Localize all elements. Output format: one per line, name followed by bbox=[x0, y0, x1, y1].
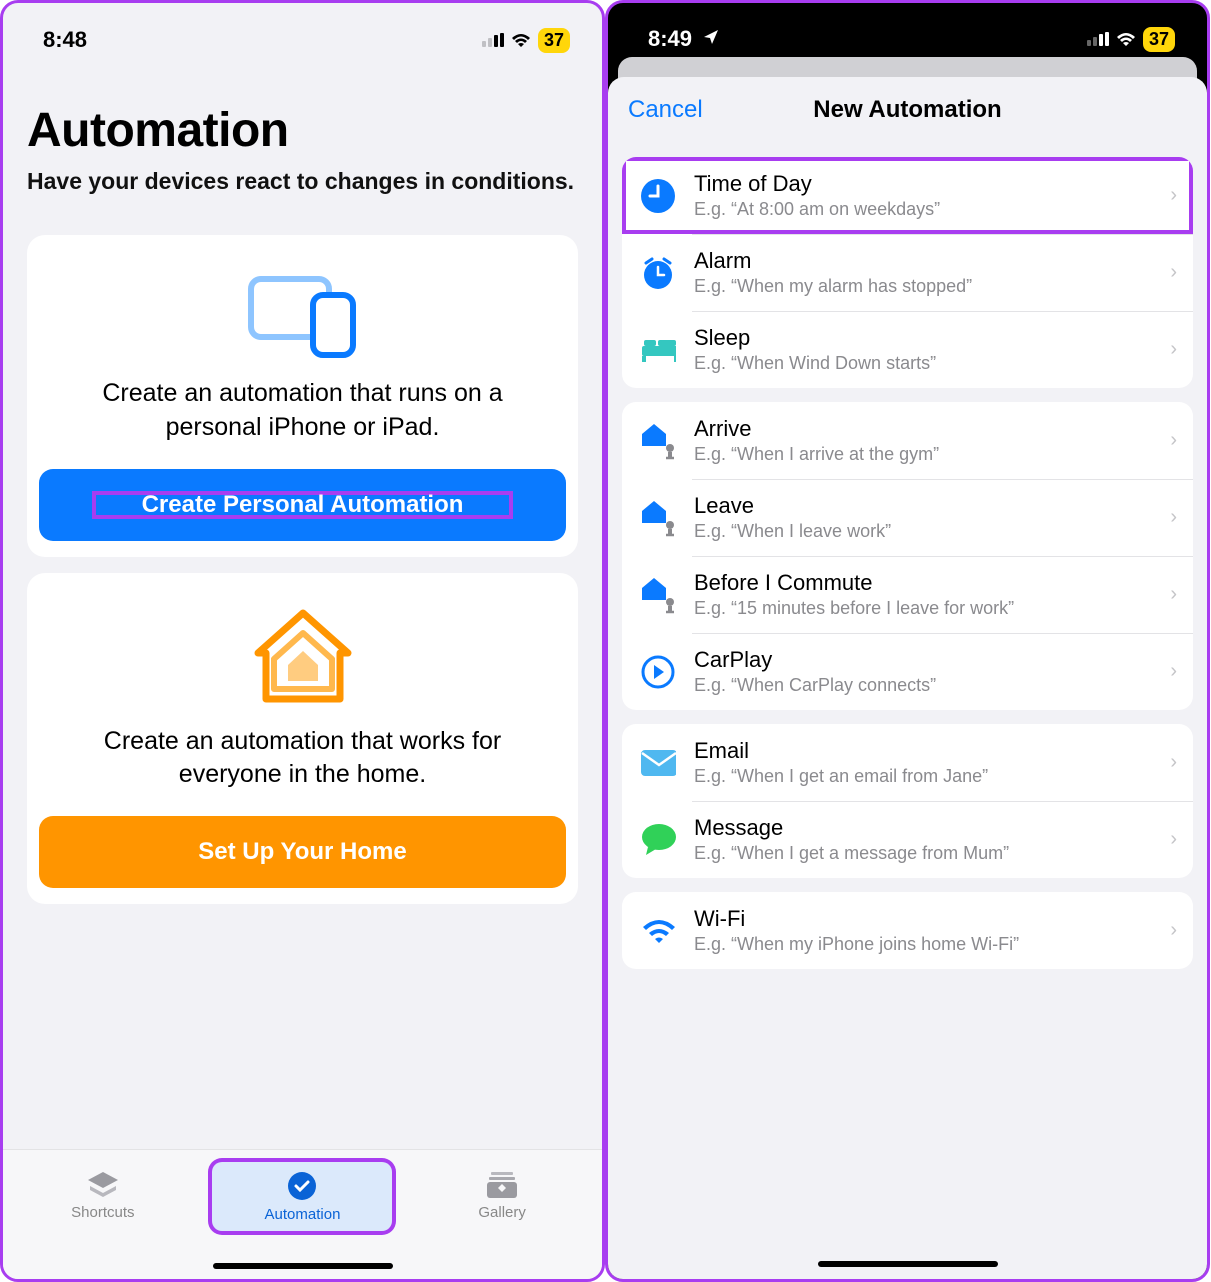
chevron-right-icon: › bbox=[1170, 583, 1177, 606]
create-personal-automation-button[interactable]: Create Personal Automation bbox=[39, 469, 566, 541]
row-subtitle: E.g. “When CarPlay connects” bbox=[694, 675, 1152, 696]
row-title: Sleep bbox=[694, 325, 1152, 351]
tab-bar: Shortcuts Automation Gallery bbox=[3, 1149, 602, 1279]
section-settings: Wi-Fi E.g. “When my iPhone joins home Wi… bbox=[622, 892, 1193, 969]
phone-automation-home: 8:48 37 Automation Have your devices rea… bbox=[0, 0, 605, 1282]
home-indicator[interactable] bbox=[818, 1261, 998, 1267]
clock-icon bbox=[640, 178, 676, 214]
chevron-right-icon: › bbox=[1170, 184, 1177, 207]
row-subtitle: E.g. “When my iPhone joins home Wi-Fi” bbox=[694, 934, 1152, 955]
wifi-icon bbox=[640, 913, 676, 949]
status-icons: 37 bbox=[1087, 27, 1175, 52]
status-time: 8:49 bbox=[648, 26, 720, 52]
row-subtitle: E.g. “When Wind Down starts” bbox=[694, 353, 1152, 374]
row-carplay[interactable]: CarPlay E.g. “When CarPlay connects” › bbox=[622, 633, 1193, 710]
bed-icon bbox=[640, 332, 676, 368]
tab-shortcuts[interactable]: Shortcuts bbox=[13, 1162, 193, 1229]
row-title: Arrive bbox=[694, 416, 1152, 442]
row-wifi[interactable]: Wi-Fi E.g. “When my iPhone joins home Wi… bbox=[622, 892, 1193, 969]
row-title: Time of Day bbox=[694, 171, 1152, 197]
row-title: Leave bbox=[694, 493, 1152, 519]
home-card-text: Create an automation that works for ever… bbox=[37, 707, 568, 815]
status-icons: 37 bbox=[482, 28, 570, 53]
commute-icon bbox=[640, 577, 676, 613]
row-title: Message bbox=[694, 815, 1152, 841]
home-indicator[interactable] bbox=[213, 1263, 393, 1269]
row-message[interactable]: Message E.g. “When I get a message from … bbox=[622, 801, 1193, 878]
chevron-right-icon: › bbox=[1170, 429, 1177, 452]
chevron-right-icon: › bbox=[1170, 751, 1177, 774]
arrive-icon bbox=[640, 423, 676, 459]
status-time: 8:48 bbox=[43, 27, 87, 53]
carplay-icon bbox=[640, 654, 676, 690]
sheet-header: Cancel New Automation bbox=[608, 77, 1207, 143]
chevron-right-icon: › bbox=[1170, 338, 1177, 361]
cellular-icon bbox=[1087, 32, 1109, 46]
battery-indicator: 37 bbox=[538, 28, 570, 53]
sheet-title: New Automation bbox=[813, 96, 1001, 124]
page-subtitle: Have your devices react to changes in co… bbox=[3, 164, 602, 219]
row-sleep[interactable]: Sleep E.g. “When Wind Down starts” › bbox=[622, 311, 1193, 388]
row-alarm[interactable]: Alarm E.g. “When my alarm has stopped” › bbox=[622, 234, 1193, 311]
battery-indicator: 37 bbox=[1143, 27, 1175, 52]
tab-automation-label: Automation bbox=[265, 1206, 341, 1223]
section-location: Arrive E.g. “When I arrive at the gym” ›… bbox=[622, 402, 1193, 710]
cancel-button[interactable]: Cancel bbox=[628, 96, 703, 124]
row-subtitle: E.g. “When I get a message from Mum” bbox=[694, 843, 1152, 864]
tab-shortcuts-label: Shortcuts bbox=[71, 1204, 134, 1221]
chevron-right-icon: › bbox=[1170, 261, 1177, 284]
row-email[interactable]: Email E.g. “When I get an email from Jan… bbox=[622, 724, 1193, 801]
wifi-icon bbox=[510, 32, 532, 48]
set-up-home-button[interactable]: Set Up Your Home bbox=[39, 816, 566, 888]
tab-gallery[interactable]: Gallery bbox=[412, 1162, 592, 1229]
chevron-right-icon: › bbox=[1170, 828, 1177, 851]
row-subtitle: E.g. “When I get an email from Jane” bbox=[694, 766, 1152, 787]
status-bar: 8:48 37 bbox=[3, 3, 602, 67]
section-time: Time of Day E.g. “At 8:00 am on weekdays… bbox=[622, 157, 1193, 388]
row-before-commute[interactable]: Before I Commute E.g. “15 minutes before… bbox=[622, 556, 1193, 633]
home-automation-card: Create an automation that works for ever… bbox=[27, 573, 578, 905]
row-time-of-day[interactable]: Time of Day E.g. “At 8:00 am on weekdays… bbox=[622, 157, 1193, 234]
phone-new-automation: 8:49 37 Cancel New Automation bbox=[605, 0, 1210, 1282]
row-title: CarPlay bbox=[694, 647, 1152, 673]
chevron-right-icon: › bbox=[1170, 506, 1177, 529]
row-title: Wi-Fi bbox=[694, 906, 1152, 932]
row-subtitle: E.g. “When I leave work” bbox=[694, 521, 1152, 542]
wifi-icon bbox=[1115, 31, 1137, 47]
chevron-right-icon: › bbox=[1170, 660, 1177, 683]
automation-icon bbox=[286, 1170, 318, 1202]
new-automation-sheet: Cancel New Automation Time of Day E.g. “… bbox=[608, 77, 1207, 1279]
personal-automation-card: Create an automation that runs on a pers… bbox=[27, 235, 578, 557]
message-icon bbox=[640, 822, 676, 858]
personal-card-text: Create an automation that runs on a pers… bbox=[37, 359, 568, 467]
section-communication: Email E.g. “When I get an email from Jan… bbox=[622, 724, 1193, 878]
devices-icon bbox=[37, 269, 568, 359]
row-title: Alarm bbox=[694, 248, 1152, 274]
row-title: Email bbox=[694, 738, 1152, 764]
create-personal-automation-label: Create Personal Automation bbox=[92, 491, 514, 519]
row-subtitle: E.g. “15 minutes before I leave for work… bbox=[694, 598, 1152, 619]
alarm-icon bbox=[640, 255, 676, 291]
shortcuts-icon bbox=[86, 1170, 120, 1200]
row-leave[interactable]: Leave E.g. “When I leave work” › bbox=[622, 479, 1193, 556]
tab-automation[interactable]: Automation bbox=[212, 1162, 392, 1231]
gallery-icon bbox=[486, 1170, 518, 1200]
row-arrive[interactable]: Arrive E.g. “When I arrive at the gym” › bbox=[622, 402, 1193, 479]
tab-gallery-label: Gallery bbox=[478, 1204, 526, 1221]
home-icon bbox=[37, 607, 568, 707]
leave-icon bbox=[640, 500, 676, 536]
row-subtitle: E.g. “When I arrive at the gym” bbox=[694, 444, 1152, 465]
page-title: Automation bbox=[3, 67, 602, 164]
cellular-icon bbox=[482, 33, 504, 47]
email-icon bbox=[640, 745, 676, 781]
row-title: Before I Commute bbox=[694, 570, 1152, 596]
row-subtitle: E.g. “When my alarm has stopped” bbox=[694, 276, 1152, 297]
row-subtitle: E.g. “At 8:00 am on weekdays” bbox=[694, 199, 1152, 220]
location-icon bbox=[702, 28, 720, 46]
chevron-right-icon: › bbox=[1170, 919, 1177, 942]
